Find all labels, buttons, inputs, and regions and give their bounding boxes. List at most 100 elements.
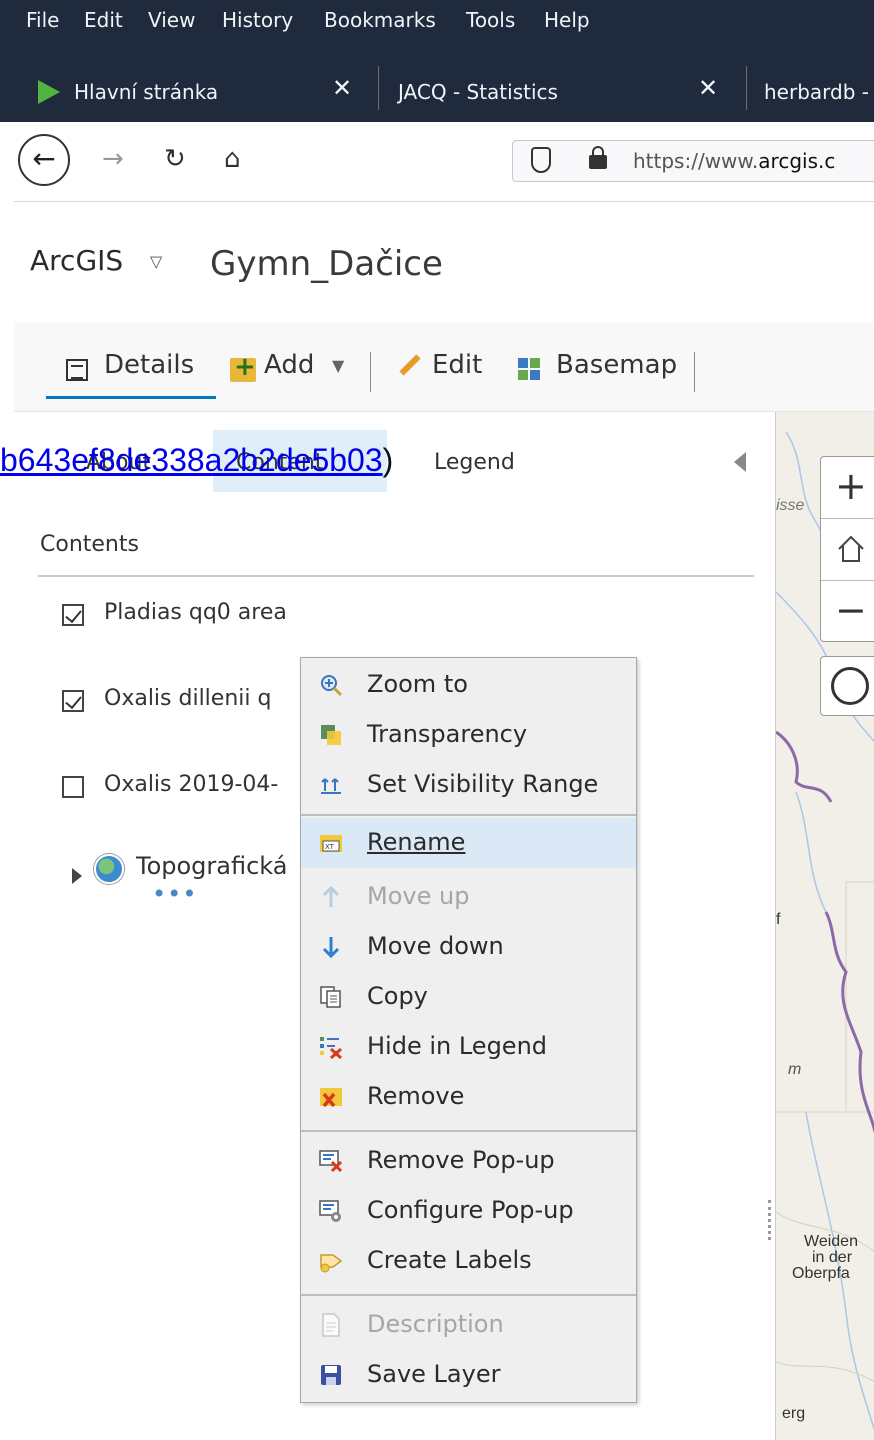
remove-icon [320, 1088, 342, 1108]
menu-item-set-visibility-range[interactable]: Set Visibility Range [301, 760, 636, 810]
menu-item-save-layer[interactable]: Save Layer [301, 1350, 636, 1400]
menu-item-zoom-to[interactable]: Zoom to [301, 660, 636, 710]
transparency-icon [321, 725, 341, 745]
tab-title: Hlavní stránka [74, 80, 219, 104]
layer-label[interactable]: Oxalis dillenii q [104, 686, 271, 711]
map-label: Weiden [804, 1233, 858, 1250]
rename-icon: XT [320, 835, 342, 852]
menu-item-label: Set Visibility Range [367, 770, 599, 798]
globe-icon [94, 854, 124, 884]
menu-edit[interactable]: Edit [84, 8, 123, 32]
toolbar-divider [370, 352, 371, 392]
tab-jacq-statistics[interactable]: JACQ - Statistics ✕ [380, 44, 740, 122]
play-icon [38, 80, 60, 104]
menu-file[interactable]: File [26, 8, 59, 32]
forward-icon[interactable]: → [102, 144, 124, 174]
menu-item-configure-popup[interactable]: Configure Pop-up [301, 1186, 636, 1236]
add-button[interactable]: Add [264, 350, 314, 380]
save-icon [321, 1365, 341, 1385]
description-icon [322, 1313, 340, 1337]
basemap-button[interactable]: Basemap [556, 350, 677, 380]
details-icon [66, 359, 88, 381]
toolbar-divider [694, 352, 695, 392]
menu-item-remove[interactable]: Remove [301, 1072, 636, 1122]
layer-label[interactable]: Pladias qq0 area [104, 600, 287, 625]
visibility-range-icon [321, 778, 341, 794]
arrow-down-icon [322, 937, 340, 959]
menu-item-remove-popup[interactable]: Remove Pop-up [301, 1136, 636, 1186]
menu-item-label: Remove Pop-up [367, 1146, 555, 1174]
browser-menubar: File Edit View History Bookmarks Tools H… [0, 0, 874, 44]
menu-item-label: Save Layer [367, 1360, 501, 1388]
zoom-in-button[interactable]: + [821, 457, 874, 519]
url-text: https://www.arcgis.c [633, 149, 835, 173]
tab-herbardb[interactable]: herbardb - [748, 44, 874, 122]
tab-legend[interactable]: Legend [434, 450, 515, 475]
home-extent-button[interactable] [821, 519, 874, 581]
tab-close-icon[interactable]: ✕ [698, 74, 718, 102]
menu-help[interactable]: Help [544, 8, 590, 32]
copy-icon [320, 986, 341, 1008]
layer-checkbox[interactable] [62, 604, 84, 626]
remove-popup-icon [319, 1150, 343, 1173]
menu-item-move-up[interactable]: Move up [301, 872, 636, 922]
home-icon[interactable]: ⌂ [224, 144, 241, 174]
more-options-icon[interactable]: ••• [152, 882, 197, 906]
screen: File Edit View History Bookmarks Tools H… [0, 0, 874, 1440]
menu-item-label: Description [367, 1310, 504, 1338]
menu-item-label: Hide in Legend [367, 1032, 548, 1060]
reload-icon[interactable]: ↻ [164, 144, 186, 174]
hide-legend-icon [320, 1037, 343, 1059]
menu-bookmarks[interactable]: Bookmarks [324, 8, 436, 32]
menu-item-rename[interactable]: XT Rename [301, 818, 636, 868]
home-icon [838, 535, 864, 562]
tab-hlavni-stranka[interactable]: Hlavní stránka ✕ [14, 44, 370, 122]
details-button[interactable]: Details [104, 350, 194, 380]
contents-heading: Contents [40, 532, 139, 557]
map-label: erg [782, 1405, 806, 1422]
tab-close-icon[interactable]: ✕ [332, 74, 352, 102]
menu-item-transparency[interactable]: Transparency [301, 710, 636, 760]
menu-history[interactable]: History [222, 8, 293, 32]
configure-popup-icon [319, 1200, 341, 1222]
menu-item-create-labels[interactable]: Create Labels [301, 1236, 636, 1286]
back-button[interactable]: ← [18, 134, 70, 186]
menu-item-move-down[interactable]: Move down [301, 922, 636, 972]
zoom-control: + − [820, 456, 874, 642]
layer-context-menu: Zoom to Transparency Set Visibility Rang… [300, 657, 637, 1403]
panel-resize-handle[interactable] [768, 1200, 774, 1240]
shield-icon[interactable] [531, 147, 551, 173]
url-bar[interactable]: https://www.arcgis.c [512, 140, 874, 182]
layer-checkbox[interactable] [62, 690, 84, 712]
arrow-left-icon: ← [32, 142, 56, 175]
menu-view[interactable]: View [148, 8, 195, 32]
map-toolbar: Details Add ▼ Edit Basemap [14, 322, 874, 412]
overlay-id-link[interactable]: b643ef8de338a2b2de5b03) [0, 442, 393, 479]
lock-icon[interactable] [589, 146, 607, 169]
locate-button[interactable] [820, 656, 874, 716]
details-active-indicator [46, 396, 216, 399]
menu-separator [301, 1294, 636, 1296]
menu-item-description[interactable]: Description [301, 1300, 636, 1350]
menu-item-label: Remove [367, 1082, 465, 1110]
map-label: Oberpfa [792, 1265, 850, 1282]
layer-label[interactable]: Oxalis 2019-04- [104, 772, 278, 797]
collapse-panel-icon[interactable] [734, 452, 746, 472]
menu-item-hide-in-legend[interactable]: Hide in Legend [301, 1022, 636, 1072]
layer-checkbox[interactable] [62, 776, 84, 798]
zoom-to-icon [321, 675, 343, 697]
zoom-out-button[interactable]: − [821, 581, 874, 643]
overlay-paren: ) [382, 442, 394, 478]
basemap-layer-label[interactable]: Topografická [136, 852, 288, 880]
chevron-down-icon[interactable]: ▽ [150, 252, 162, 271]
arcgis-brand[interactable]: ArcGIS [30, 244, 123, 277]
map-label: isse [776, 497, 805, 514]
chevron-down-icon[interactable]: ▼ [332, 356, 344, 375]
menu-item-label: Copy [367, 982, 428, 1010]
create-labels-icon [320, 1254, 343, 1273]
menu-tools[interactable]: Tools [466, 8, 515, 32]
expand-caret-icon[interactable] [72, 868, 82, 884]
edit-button[interactable]: Edit [432, 350, 482, 380]
menu-item-copy[interactable]: Copy [301, 972, 636, 1022]
menu-item-label: Rename [367, 828, 466, 856]
